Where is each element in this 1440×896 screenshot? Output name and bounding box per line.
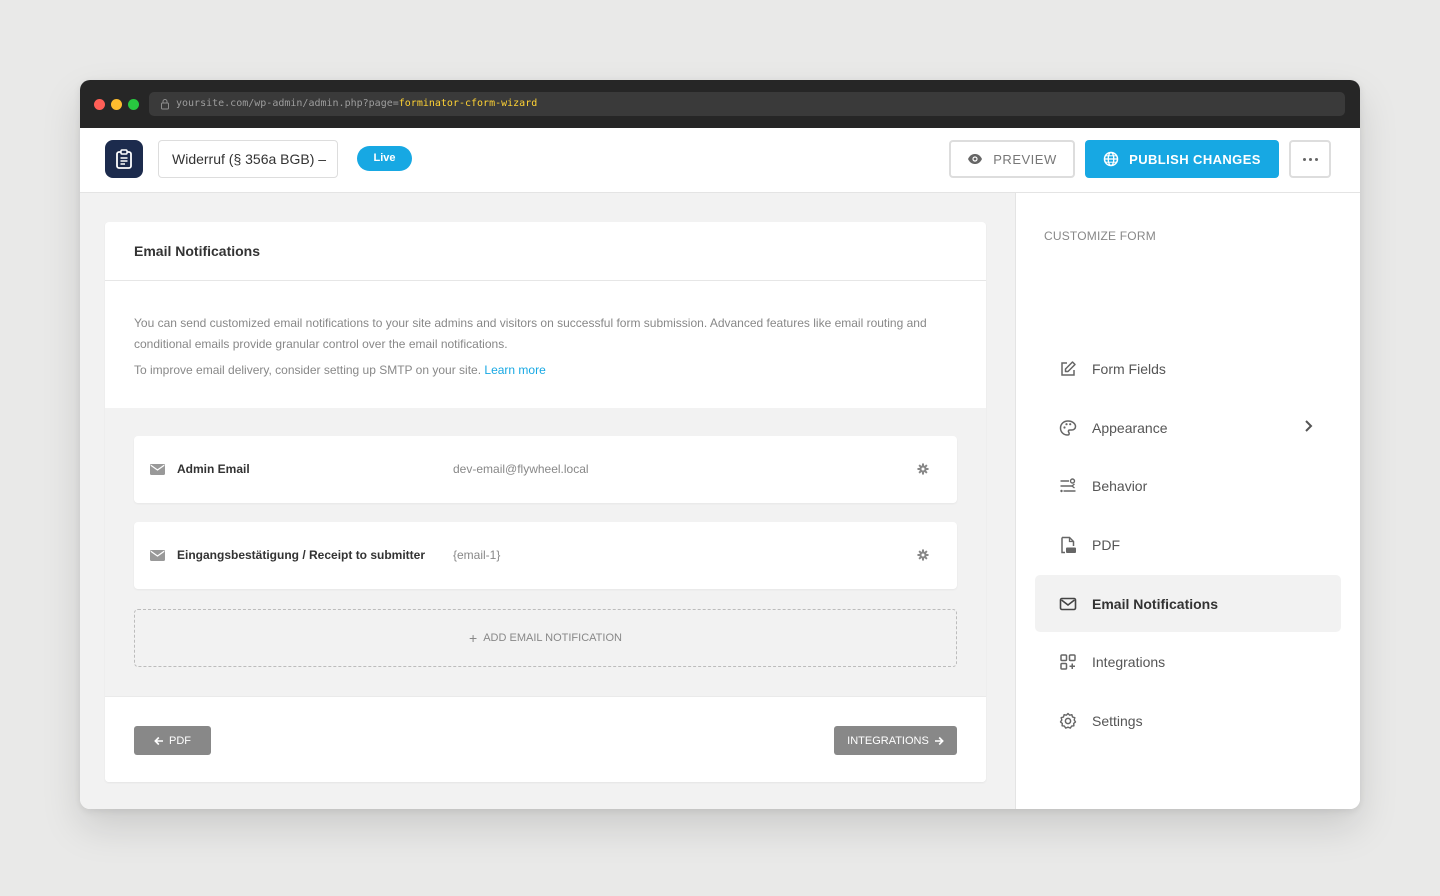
smtp-note: To improve email delivery, consider sett… <box>134 360 957 381</box>
status-badge: Live <box>357 146 412 171</box>
notification-row[interactable]: Admin Email dev-email@flywheel.local <box>134 436 957 503</box>
previous-step-button[interactable]: PDF <box>134 726 211 755</box>
main-content: Email Notifications You can send customi… <box>80 193 1015 809</box>
form-name-field[interactable]: Widerruf (§ 356a BGB) – <box>158 140 338 178</box>
settings-icon <box>1059 712 1077 730</box>
integrations-icon <box>1059 653 1077 671</box>
close-window-button[interactable] <box>94 99 105 110</box>
sidebar-item-integrations[interactable]: Integrations <box>1035 633 1341 690</box>
eye-icon <box>968 154 983 164</box>
add-email-notification-button[interactable]: + ADD EMAIL NOTIFICATION <box>134 609 957 667</box>
notification-name: Admin Email <box>177 462 250 476</box>
preview-button[interactable]: PREVIEW <box>949 140 1075 178</box>
add-notification-label: ADD EMAIL NOTIFICATION <box>483 632 622 644</box>
more-dot <box>1302 157 1306 161</box>
edit-icon <box>1059 360 1077 378</box>
sidebar-item-pdf[interactable]: PDF <box>1035 516 1341 573</box>
clipboard-icon <box>116 149 132 169</box>
behavior-icon <box>1059 477 1077 495</box>
more-dot <box>1314 157 1318 161</box>
next-step-button[interactable]: INTEGRATIONS <box>834 726 957 755</box>
minimize-window-button[interactable] <box>111 99 122 110</box>
chevron-right-icon <box>1305 420 1313 432</box>
gear-icon[interactable] <box>917 549 929 561</box>
smtp-note-text: To improve email delivery, consider sett… <box>134 363 482 377</box>
more-options-button[interactable] <box>1289 140 1331 178</box>
sidebar-item-behavior[interactable]: Behavior <box>1035 457 1341 514</box>
publish-label: PUBLISH CHANGES <box>1129 151 1261 167</box>
sidebar-item-label: PDF <box>1092 536 1120 553</box>
panel-footer: PDF INTEGRATIONS <box>105 696 986 782</box>
notification-name: Eingangsbestätigung / Receipt to submitt… <box>177 548 426 562</box>
publish-changes-button[interactable]: PUBLISH CHANGES <box>1085 140 1279 178</box>
forminator-logo[interactable] <box>105 140 143 178</box>
sidebar-item-label: Integrations <box>1092 653 1166 670</box>
sidebar-item-label: Settings <box>1092 712 1143 729</box>
previous-step-label: PDF <box>169 734 191 747</box>
sidebar-item-email-notifications[interactable]: Email Notifications <box>1035 575 1341 632</box>
sidebar-item-form-fields[interactable]: Form Fields <box>1035 340 1341 397</box>
next-step-label: INTEGRATIONS <box>847 734 929 747</box>
arrow-left-icon <box>154 736 163 745</box>
sidebar-item-label: Form Fields <box>1092 360 1166 377</box>
maximize-window-button[interactable] <box>128 99 139 110</box>
panel-description: You can send customized email notificati… <box>105 281 986 408</box>
gear-icon[interactable] <box>917 463 929 475</box>
email-notifications-panel: Email Notifications You can send customi… <box>105 222 986 782</box>
learn-more-link[interactable]: Learn more <box>484 363 545 377</box>
preview-label: PREVIEW <box>993 151 1057 167</box>
sidebar-title: CUSTOMIZE FORM <box>1044 229 1156 243</box>
notification-recipient: {email-1} <box>453 548 501 562</box>
mail-icon <box>150 464 165 475</box>
lock-icon <box>161 99 169 110</box>
browser-window: yoursite.com/wp-admin/admin.php?page=for… <box>80 80 1360 809</box>
address-bar[interactable]: yoursite.com/wp-admin/admin.php?page=for… <box>149 92 1345 116</box>
sidebar-item-settings[interactable]: Settings <box>1035 692 1341 749</box>
arrow-right-icon <box>934 736 944 745</box>
envelope-icon <box>1059 595 1077 613</box>
plus-icon: + <box>469 629 478 646</box>
pdf-icon <box>1059 536 1077 554</box>
palette-icon <box>1059 419 1077 437</box>
url-text: yoursite.com/wp-admin/admin.php?page= <box>176 98 399 109</box>
notification-list: Admin Email dev-email@flywheel.local Ein… <box>105 408 986 696</box>
more-dot <box>1308 157 1312 161</box>
app-header: Widerruf (§ 356a BGB) – Live PREVIEW PUB… <box>80 128 1360 193</box>
mail-icon <box>150 550 165 561</box>
sidebar-item-label: Behavior <box>1092 477 1148 494</box>
url-highlight: forminator-cform-wizard <box>398 98 538 109</box>
browser-titlebar: yoursite.com/wp-admin/admin.php?page=for… <box>80 80 1360 128</box>
sidebar-item-label: Appearance <box>1092 419 1168 436</box>
notification-recipient: dev-email@flywheel.local <box>453 462 589 476</box>
sidebar-item-appearance[interactable]: Appearance <box>1035 399 1341 456</box>
notification-row[interactable]: Eingangsbestätigung / Receipt to submitt… <box>134 522 957 589</box>
description-text: You can send customized email notificati… <box>134 316 927 351</box>
globe-icon <box>1103 151 1119 167</box>
panel-title: Email Notifications <box>105 222 986 281</box>
sidebar-item-label: Email Notifications <box>1092 595 1219 612</box>
customize-sidebar: CUSTOMIZE FORM Form Fields Appearance Be… <box>1015 193 1360 809</box>
